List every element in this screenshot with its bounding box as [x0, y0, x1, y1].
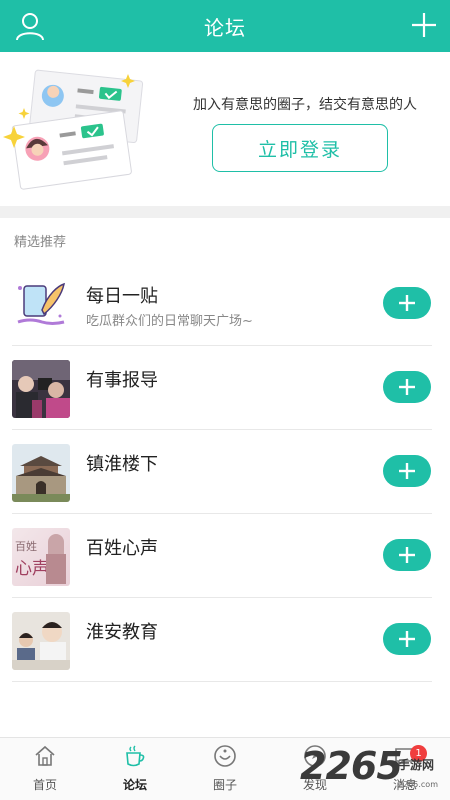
smile-circle-icon: [214, 745, 236, 767]
section-divider: [0, 206, 450, 218]
forum-page: 论坛 加入有意思的圈子，结交有意思的人 立即登录 精选推荐 每日一贴 吃瓜群众们…: [0, 0, 450, 800]
row-separator: [12, 681, 432, 682]
forum-item-huaian-education[interactable]: 淮安教育: [0, 598, 450, 682]
forum-item-daily-post[interactable]: 每日一贴 吃瓜群众们的日常聊天广场~: [0, 262, 450, 346]
home-icon: [35, 745, 55, 766]
forum-name: 淮安教育: [86, 622, 158, 643]
login-banner: 加入有意思的圈子，结交有意思的人 立即登录: [0, 58, 450, 204]
forum-name: 有事报导: [86, 370, 158, 391]
plus-icon: [399, 631, 415, 647]
plus-icon: [399, 547, 415, 563]
voice-photo: 百姓 心声: [12, 528, 70, 586]
join-forum-button[interactable]: [383, 455, 431, 487]
tower-photo: [12, 444, 70, 502]
login-button[interactable]: 立即登录: [212, 124, 388, 172]
plus-icon: [399, 379, 415, 395]
profile-cards-illustration: [3, 69, 144, 190]
plus-icon: [399, 295, 415, 311]
plus-icon: [399, 463, 415, 479]
forum-item-zhenhuai-tower[interactable]: 镇淮楼下: [0, 430, 450, 514]
join-forum-button[interactable]: [383, 287, 431, 319]
forum-description: 吃瓜群众们的日常聊天广场~: [86, 314, 253, 329]
watermark-url: 2265.com: [398, 780, 438, 789]
coffee-cup-icon: [126, 745, 145, 767]
forum-name: 每日一贴: [86, 286, 158, 307]
top-app-bar: 论坛: [0, 0, 450, 52]
tab-home[interactable]: 首页: [0, 738, 90, 800]
add-post-icon[interactable]: [410, 11, 438, 39]
feather-pen-icon: [12, 276, 70, 334]
tab-forum[interactable]: 论坛: [90, 738, 180, 800]
voice-photo-caption-top: 百姓: [15, 540, 37, 553]
tab-label: 首页: [32, 778, 57, 792]
join-forum-button[interactable]: [383, 623, 431, 655]
watermark-suffix: 手游网: [398, 758, 435, 772]
forum-item-public-voice[interactable]: 百姓 心声 百姓心声: [0, 514, 450, 598]
forum-list: 每日一贴 吃瓜群众们的日常聊天广场~ 有事报导 镇淮楼下 百姓 心声 百姓心声 …: [0, 262, 450, 682]
join-forum-button[interactable]: [383, 539, 431, 571]
watermark-brand: 2265: [300, 744, 403, 788]
reporters-photo: [12, 360, 70, 418]
site-watermark: 2265 手游网 2265.com: [300, 742, 450, 800]
section-title-featured: 精选推荐: [14, 235, 67, 250]
tab-label: 圈子: [212, 778, 237, 792]
join-forum-button[interactable]: [383, 371, 431, 403]
forum-item-news-report[interactable]: 有事报导: [0, 346, 450, 430]
page-title: 论坛: [204, 15, 246, 40]
tab-circles[interactable]: 圈子: [180, 738, 270, 800]
banner-tagline: 加入有意思的圈子，结交有意思的人: [193, 97, 417, 113]
voice-photo-caption-bottom: 心声: [15, 559, 49, 579]
tab-label: 论坛: [122, 778, 147, 792]
forum-name: 镇淮楼下: [86, 454, 158, 475]
education-photo: [12, 612, 70, 670]
user-profile-icon[interactable]: [14, 10, 46, 42]
forum-name: 百姓心声: [86, 538, 158, 559]
